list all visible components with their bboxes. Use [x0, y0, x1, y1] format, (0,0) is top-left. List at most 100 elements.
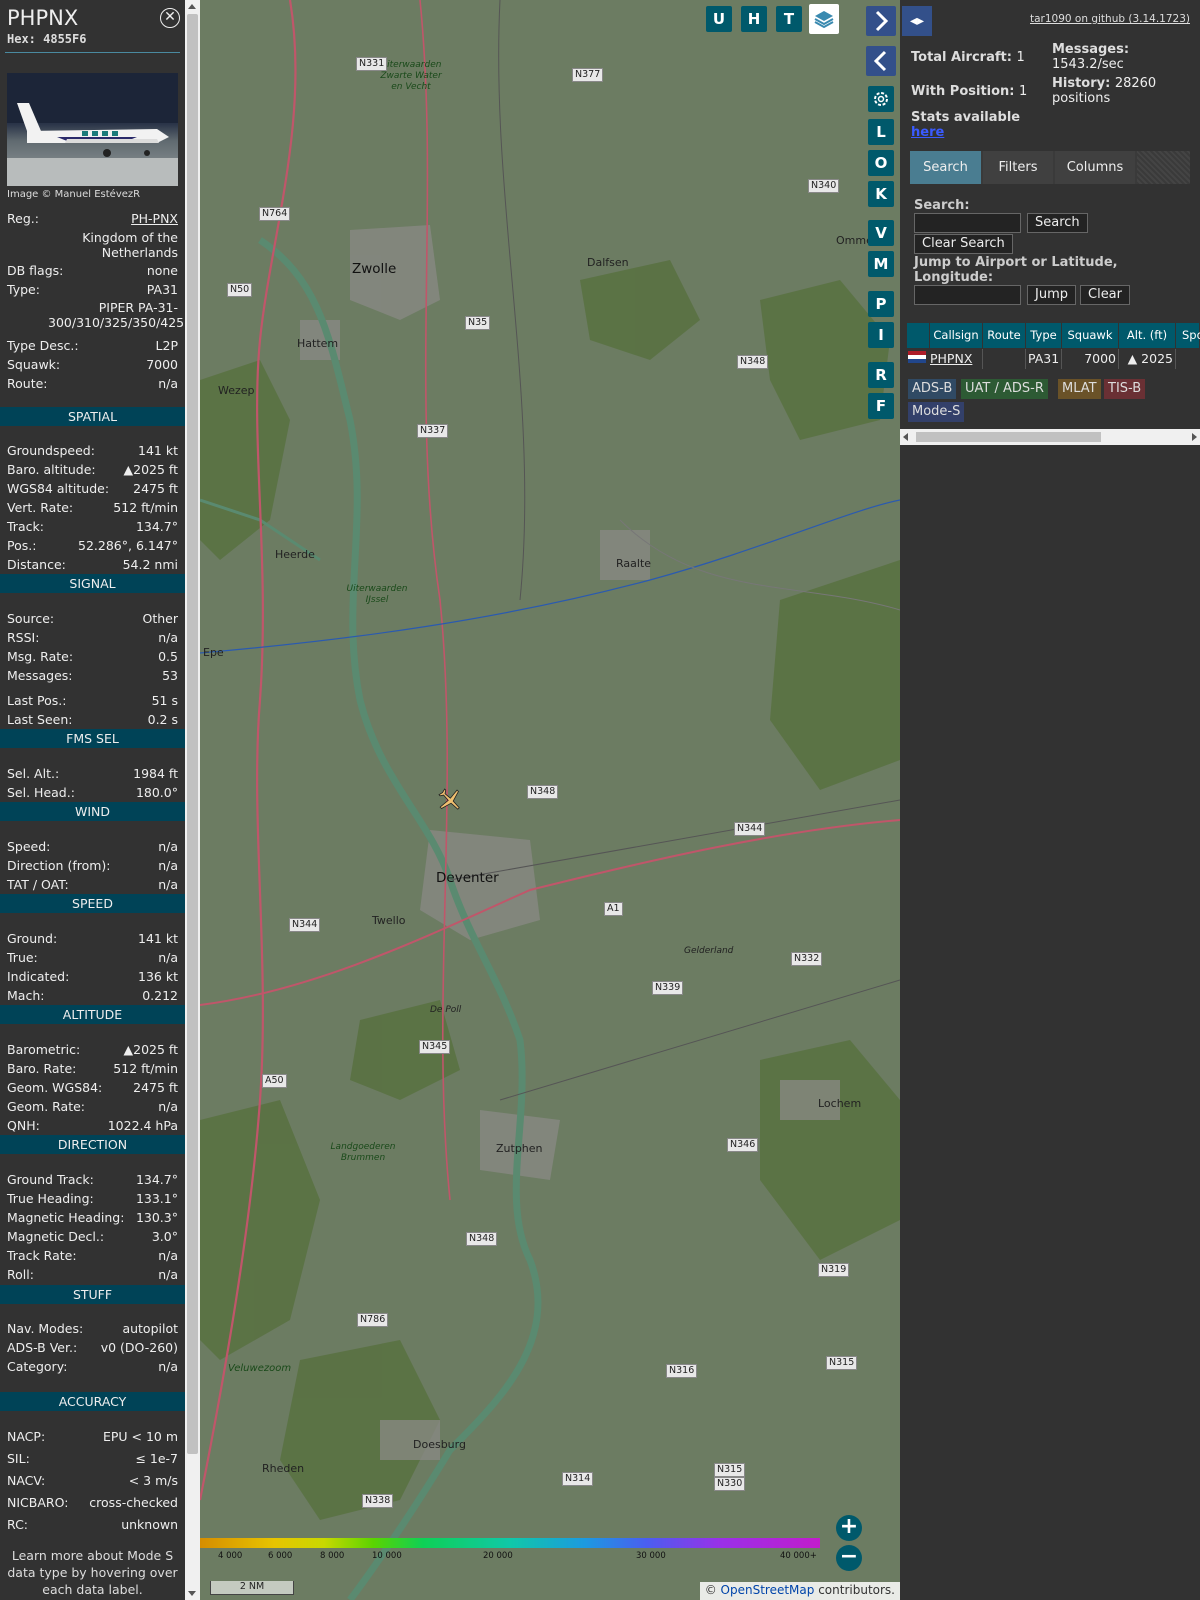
info-key: True:	[7, 950, 38, 965]
osm-link[interactable]: OpenStreetMap	[721, 1583, 815, 1597]
scroll-down-icon[interactable]	[188, 1591, 196, 1596]
row-type: PA31	[1028, 351, 1060, 366]
expand-sidebar-button[interactable]	[866, 6, 896, 36]
learn-more-text: Learn more about Mode S data type by hov…	[7, 1548, 178, 1597]
info-value[interactable]: PH-PNX	[131, 211, 178, 226]
tab-columns[interactable]: Columns	[1055, 151, 1135, 184]
info-value: v0 (DO-260)	[100, 1340, 178, 1355]
info-value: 3.0°	[151, 1229, 178, 1244]
town-label: Wezep	[218, 384, 255, 397]
type-name-value: PIPER PA-31-300/310/325/350/425	[48, 300, 185, 330]
info-key: Last Seen:	[7, 712, 73, 727]
tab-filters[interactable]: Filters	[983, 151, 1053, 184]
map-button-r[interactable]: R	[868, 362, 894, 388]
chevron-left-icon	[873, 50, 887, 72]
netherlands-flag-icon	[908, 351, 926, 363]
map-button-l[interactable]: L	[868, 119, 894, 145]
jump-button[interactable]: Jump	[1027, 285, 1076, 305]
road-shield: N344	[289, 918, 321, 932]
info-value: 1984 ft	[133, 766, 178, 781]
road-shield: N330	[714, 1477, 746, 1491]
town-label: Raalte	[616, 557, 652, 570]
map-button-u[interactable]: U	[706, 6, 732, 32]
layers-button[interactable]	[809, 4, 839, 34]
registration-link[interactable]: PH-PNX	[131, 211, 178, 226]
map-button-v[interactable]: V	[868, 220, 894, 246]
map-button-o[interactable]: O	[868, 150, 894, 176]
search-input[interactable]	[914, 213, 1021, 233]
info-value: n/a	[158, 1099, 178, 1114]
scrollbar-thumb[interactable]	[916, 432, 1101, 442]
scroll-right-icon[interactable]	[1192, 433, 1197, 441]
scroll-up-icon[interactable]	[188, 4, 196, 9]
info-key: Groundspeed:	[7, 443, 95, 458]
column-header-squawk[interactable]: Squawk	[1062, 323, 1119, 348]
info-value: 2475 ft	[133, 481, 178, 496]
town-label: Lochem	[818, 1097, 862, 1110]
column-header-type[interactable]: Type	[1026, 323, 1062, 348]
layers-icon	[814, 11, 834, 29]
info-value: 134.7°	[135, 1172, 178, 1187]
section-wind: WIND	[0, 802, 185, 821]
row-callsign[interactable]: PHPNX	[930, 349, 972, 369]
info-value: 1022.4 hPa	[107, 1118, 178, 1133]
stat-value: 1	[1016, 50, 1025, 65]
info-value: n/a	[158, 1359, 178, 1374]
info-key: WGS84 altitude:	[7, 481, 110, 496]
info-key: Ground:	[7, 931, 58, 946]
map-button-m[interactable]: M	[868, 251, 894, 277]
altitude-legend-label: 4 000	[218, 1551, 243, 1561]
column-header-speed[interactable]: Spd	[1176, 323, 1200, 348]
clear-jump-button[interactable]: Clear	[1080, 285, 1130, 305]
road-shield: N50	[227, 283, 253, 297]
toggle-sidebar-icon[interactable]: ◂▸	[902, 6, 932, 36]
settings-button[interactable]	[868, 86, 894, 112]
map-view[interactable]: Zwolle Deventer Dalfsen Hattem Wezep Hee…	[200, 0, 900, 1600]
collapse-sidebar-button[interactable]	[866, 46, 896, 76]
map-button-p[interactable]: P	[868, 291, 894, 317]
source-badge-tisb: TIS-B	[1104, 379, 1146, 399]
info-value: EPU < 10 m	[102, 1429, 178, 1444]
map-button-i[interactable]: I	[868, 322, 894, 348]
town-label: Zutphen	[496, 1142, 543, 1155]
table-horizontal-scrollbar[interactable]	[900, 429, 1200, 445]
scrollbar-thumb[interactable]	[187, 14, 198, 1454]
zoom-in-button[interactable]: +	[836, 1515, 862, 1541]
scroll-left-icon[interactable]	[903, 433, 908, 441]
section-signal: SIGNAL	[0, 574, 185, 593]
info-key: Track Rate:	[7, 1248, 77, 1263]
info-key: True Heading:	[7, 1191, 94, 1206]
clear-search-button[interactable]: Clear Search	[914, 234, 1013, 254]
jump-input[interactable]	[914, 285, 1021, 305]
tab-search[interactable]: Search	[910, 151, 981, 184]
column-header-flag[interactable]	[907, 323, 930, 348]
row-altitude: ▲ 2025	[1127, 351, 1173, 366]
close-icon[interactable]: ✕	[160, 8, 180, 28]
column-header-altitude[interactable]: Alt. (ft)	[1119, 323, 1176, 348]
version-link[interactable]: tar1090 on github (3.14.1723)	[1030, 13, 1190, 25]
info-value: 51 s	[151, 693, 178, 708]
cell-divider	[983, 349, 1026, 369]
road-shield: N348	[527, 785, 559, 799]
sidebar-tabs: Search Filters Columns	[910, 151, 1190, 184]
map-button-k[interactable]: K	[868, 181, 894, 207]
column-header-callsign[interactable]: Callsign	[930, 323, 983, 348]
search-button[interactable]: Search	[1027, 213, 1088, 233]
zoom-out-button[interactable]: −	[836, 1545, 862, 1571]
info-key: ADS-B Ver.:	[7, 1340, 78, 1355]
road-shield: A50	[262, 1074, 287, 1088]
stats-link[interactable]: here	[911, 125, 944, 140]
column-header-route[interactable]: Route	[983, 323, 1026, 348]
map-button-f[interactable]: F	[868, 393, 894, 419]
info-key: NICBARO:	[7, 1495, 69, 1510]
info-key: Category:	[7, 1359, 68, 1374]
map-button-h[interactable]: H	[741, 6, 767, 32]
attribution-suffix: contributors.	[814, 1583, 895, 1597]
area-label: De Poll	[430, 1005, 462, 1015]
map-button-t[interactable]: T	[776, 6, 802, 32]
road-shield: N345	[419, 1040, 451, 1054]
info-panel-scrollbar[interactable]	[185, 0, 200, 1600]
aircraft-marker-icon[interactable]	[436, 786, 464, 814]
aircraft-photo[interactable]	[7, 73, 178, 186]
info-key: SIL:	[7, 1451, 30, 1466]
